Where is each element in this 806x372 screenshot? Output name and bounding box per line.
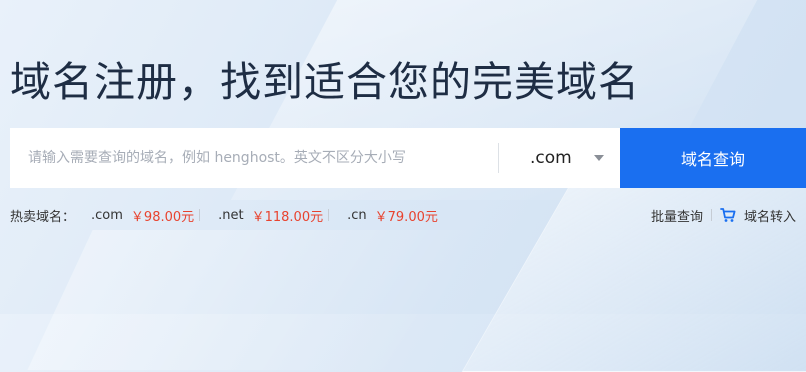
cart-icon[interactable]: [720, 207, 736, 223]
divider: [710, 209, 712, 221]
domain-transfer-link[interactable]: 域名转入: [744, 206, 796, 225]
hot-domain-tld: .com: [91, 207, 123, 223]
hot-domains-label: 热卖域名：: [10, 209, 76, 225]
domain-search-input[interactable]: [10, 128, 498, 188]
hot-domains: 热卖域名： .com ￥98.00元 .net ￥118.00元 .cn ￥79…: [10, 206, 438, 225]
domain-tools: 批量查询 域名转入: [651, 206, 796, 225]
domain-search-bar: .com 域名查询: [10, 128, 806, 188]
page-title: 域名注册，找到适合您的完美域名: [10, 58, 640, 106]
chevron-down-icon: [593, 155, 604, 161]
hot-domain-item[interactable]: .cn ￥79.00元: [347, 206, 438, 225]
hot-domain-item[interactable]: .com ￥98.00元: [91, 206, 194, 225]
hot-domain-price: ￥79.00元: [374, 209, 438, 225]
divider: [328, 209, 330, 221]
hot-domain-price: ￥98.00元: [130, 209, 195, 225]
hot-domain-tld: .cn: [347, 207, 367, 223]
bulk-query-link[interactable]: 批量查询: [651, 206, 703, 225]
hot-domain-item[interactable]: .net ￥118.00元: [218, 206, 323, 225]
background-shape: [27, 230, 473, 370]
hot-domain-tld: .net: [218, 207, 244, 223]
domain-search-button[interactable]: 域名查询: [620, 128, 806, 188]
hot-domain-price: ￥118.00元: [251, 209, 324, 225]
background-shape: [461, 170, 806, 372]
divider: [199, 209, 201, 221]
tld-select[interactable]: .com: [499, 128, 619, 188]
tld-select-value: .com: [530, 148, 572, 168]
